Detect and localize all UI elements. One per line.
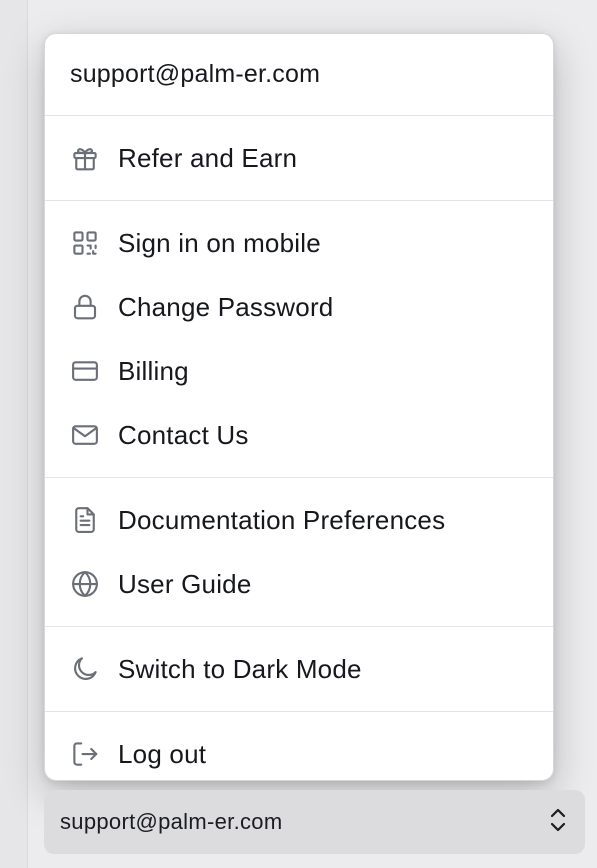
log-out-label: Log out bbox=[118, 738, 207, 769]
dark-mode-label: Switch to Dark Mode bbox=[118, 653, 362, 684]
account-menu: support@palm-er.com Refer and Earn Sign … bbox=[44, 33, 554, 781]
menu-section: Switch to Dark Mode bbox=[45, 627, 553, 711]
gift-icon bbox=[70, 143, 100, 173]
document-icon bbox=[70, 505, 100, 535]
refer-and-earn-label: Refer and Earn bbox=[118, 142, 298, 173]
menu-section: Documentation Preferences User Guide bbox=[45, 478, 553, 626]
account-email: support@palm-er.com bbox=[70, 60, 321, 88]
sign-in-on-mobile-label: Sign in on mobile bbox=[118, 227, 321, 258]
billing-item[interactable]: Billing bbox=[45, 339, 553, 403]
menu-section: Refer and Earn bbox=[45, 116, 553, 200]
contact-us-label: Contact Us bbox=[118, 419, 249, 450]
change-password-label: Change Password bbox=[118, 291, 334, 322]
documentation-preferences-label: Documentation Preferences bbox=[118, 504, 446, 535]
credit-card-icon bbox=[70, 356, 100, 386]
menu-section: Log out bbox=[45, 712, 553, 780]
billing-label: Billing bbox=[118, 355, 189, 386]
moon-icon bbox=[70, 654, 100, 684]
qr-code-icon bbox=[70, 228, 100, 258]
mail-icon bbox=[70, 420, 100, 450]
lock-icon bbox=[70, 292, 100, 322]
dark-mode-item[interactable]: Switch to Dark Mode bbox=[45, 637, 553, 701]
account-switcher-label: support@palm-er.com bbox=[60, 809, 283, 834]
user-guide-item[interactable]: User Guide bbox=[45, 552, 553, 616]
menu-section: Sign in on mobile Change Password Billin… bbox=[45, 201, 553, 477]
user-guide-label: User Guide bbox=[118, 568, 252, 599]
chevron-up-down-icon bbox=[547, 804, 569, 841]
log-out-item[interactable]: Log out bbox=[45, 722, 553, 780]
refer-and-earn-item[interactable]: Refer and Earn bbox=[45, 126, 553, 190]
change-password-item[interactable]: Change Password bbox=[45, 275, 553, 339]
sign-in-on-mobile-item[interactable]: Sign in on mobile bbox=[45, 211, 553, 275]
account-switcher-button[interactable]: support@palm-er.com bbox=[44, 790, 585, 854]
documentation-preferences-item[interactable]: Documentation Preferences bbox=[45, 488, 553, 552]
sidebar-edge bbox=[0, 0, 28, 868]
log-out-icon bbox=[70, 739, 100, 769]
contact-us-item[interactable]: Contact Us bbox=[45, 403, 553, 467]
globe-icon bbox=[70, 569, 100, 599]
